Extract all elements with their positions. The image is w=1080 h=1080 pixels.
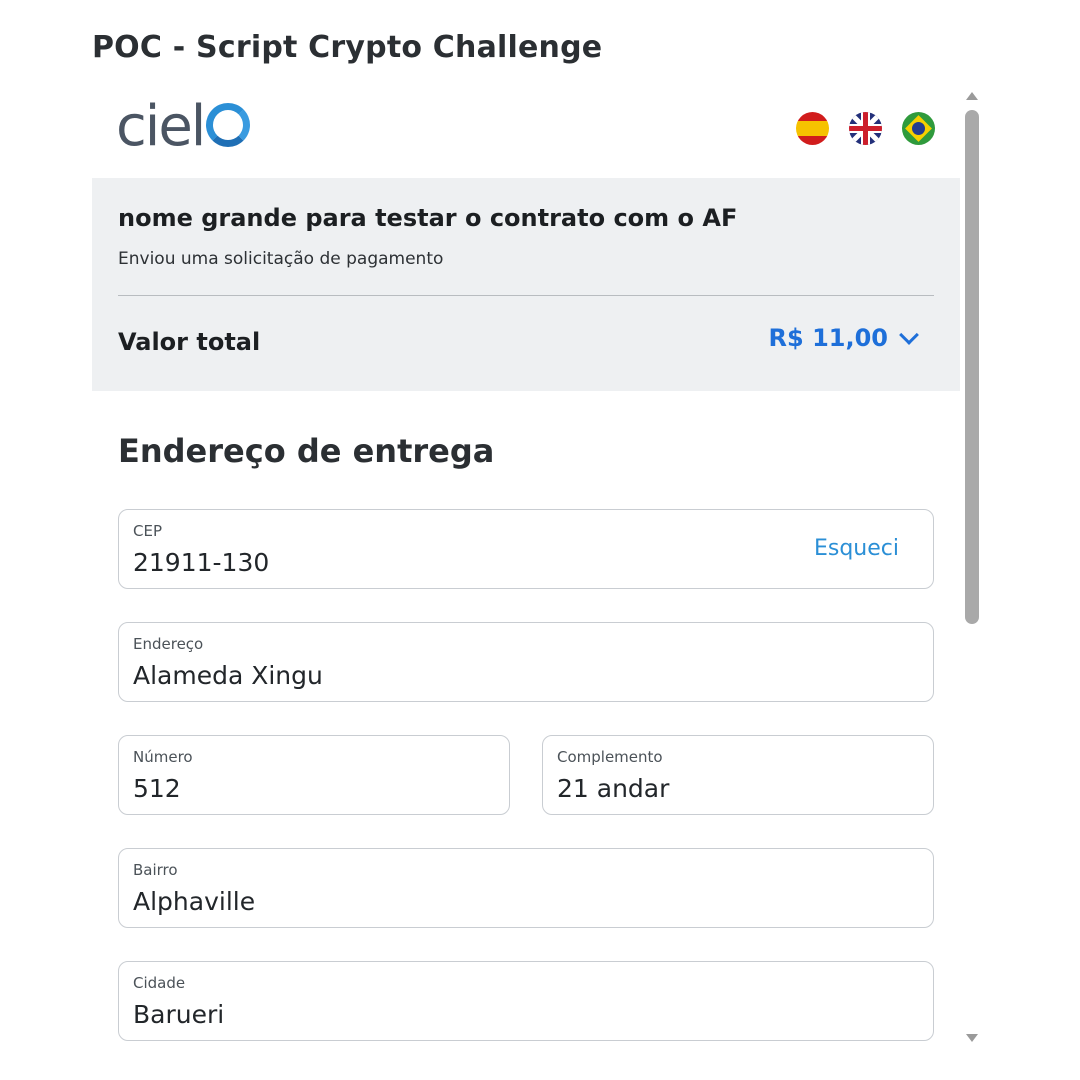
complemento-value[interactable]: 21 andar bbox=[557, 774, 669, 803]
merchant-name: nome grande para testar o contrato com o… bbox=[118, 204, 738, 232]
cep-value[interactable]: 21911-130 bbox=[133, 548, 269, 577]
page-title: POC - Script Crypto Challenge bbox=[92, 30, 603, 65]
bairro-label: Bairro bbox=[133, 861, 178, 879]
numero-field[interactable]: Número 512 bbox=[118, 735, 510, 815]
forgot-cep-link[interactable]: Esqueci bbox=[814, 536, 899, 561]
logo-o-mark bbox=[206, 103, 251, 147]
numero-label: Número bbox=[133, 748, 193, 766]
numero-value[interactable]: 512 bbox=[133, 774, 181, 803]
endereco-value[interactable]: Alameda Xingu bbox=[133, 661, 323, 690]
checkout-frame: ciel nome grande para testar o contrato … bbox=[92, 84, 960, 1080]
summary-divider bbox=[118, 295, 934, 296]
bairro-value[interactable]: Alphaville bbox=[133, 887, 255, 916]
language-selector bbox=[796, 112, 935, 145]
uk-flag-icon[interactable] bbox=[849, 112, 882, 145]
cep-field[interactable]: CEP 21911-130 Esqueci bbox=[118, 509, 934, 589]
logo-text: ciel bbox=[116, 94, 206, 159]
cielo-logo: ciel bbox=[116, 94, 251, 159]
bairro-field[interactable]: Bairro Alphaville bbox=[118, 848, 934, 928]
section-title: Endereço de entrega bbox=[118, 432, 495, 470]
scroll-down-arrow-icon[interactable] bbox=[966, 1034, 978, 1042]
cidade-label: Cidade bbox=[133, 974, 186, 992]
payment-request-subtitle: Enviou uma solicitação de pagamento bbox=[118, 249, 444, 269]
endereco-label: Endereço bbox=[133, 635, 204, 653]
endereco-field[interactable]: Endereço Alameda Xingu bbox=[118, 622, 934, 702]
scrollbar[interactable] bbox=[962, 84, 982, 1050]
spanish-flag-icon[interactable] bbox=[796, 112, 829, 145]
brand-header: ciel bbox=[92, 84, 960, 178]
cep-label: CEP bbox=[133, 522, 162, 540]
cidade-field[interactable]: Cidade Barueri bbox=[118, 961, 934, 1041]
complemento-label: Complemento bbox=[557, 748, 663, 766]
scroll-up-arrow-icon[interactable] bbox=[966, 92, 978, 100]
brazil-flag-icon[interactable] bbox=[902, 112, 935, 145]
chevron-down-icon bbox=[899, 325, 919, 345]
scroll-thumb[interactable] bbox=[965, 110, 979, 624]
cidade-value[interactable]: Barueri bbox=[133, 1000, 224, 1029]
total-amount: R$ 11,00 bbox=[768, 324, 888, 352]
complemento-field[interactable]: Complemento 21 andar bbox=[542, 735, 934, 815]
total-label: Valor total bbox=[118, 328, 261, 356]
order-summary: nome grande para testar o contrato com o… bbox=[92, 178, 960, 391]
total-toggle-button[interactable]: R$ 11,00 bbox=[768, 324, 919, 352]
